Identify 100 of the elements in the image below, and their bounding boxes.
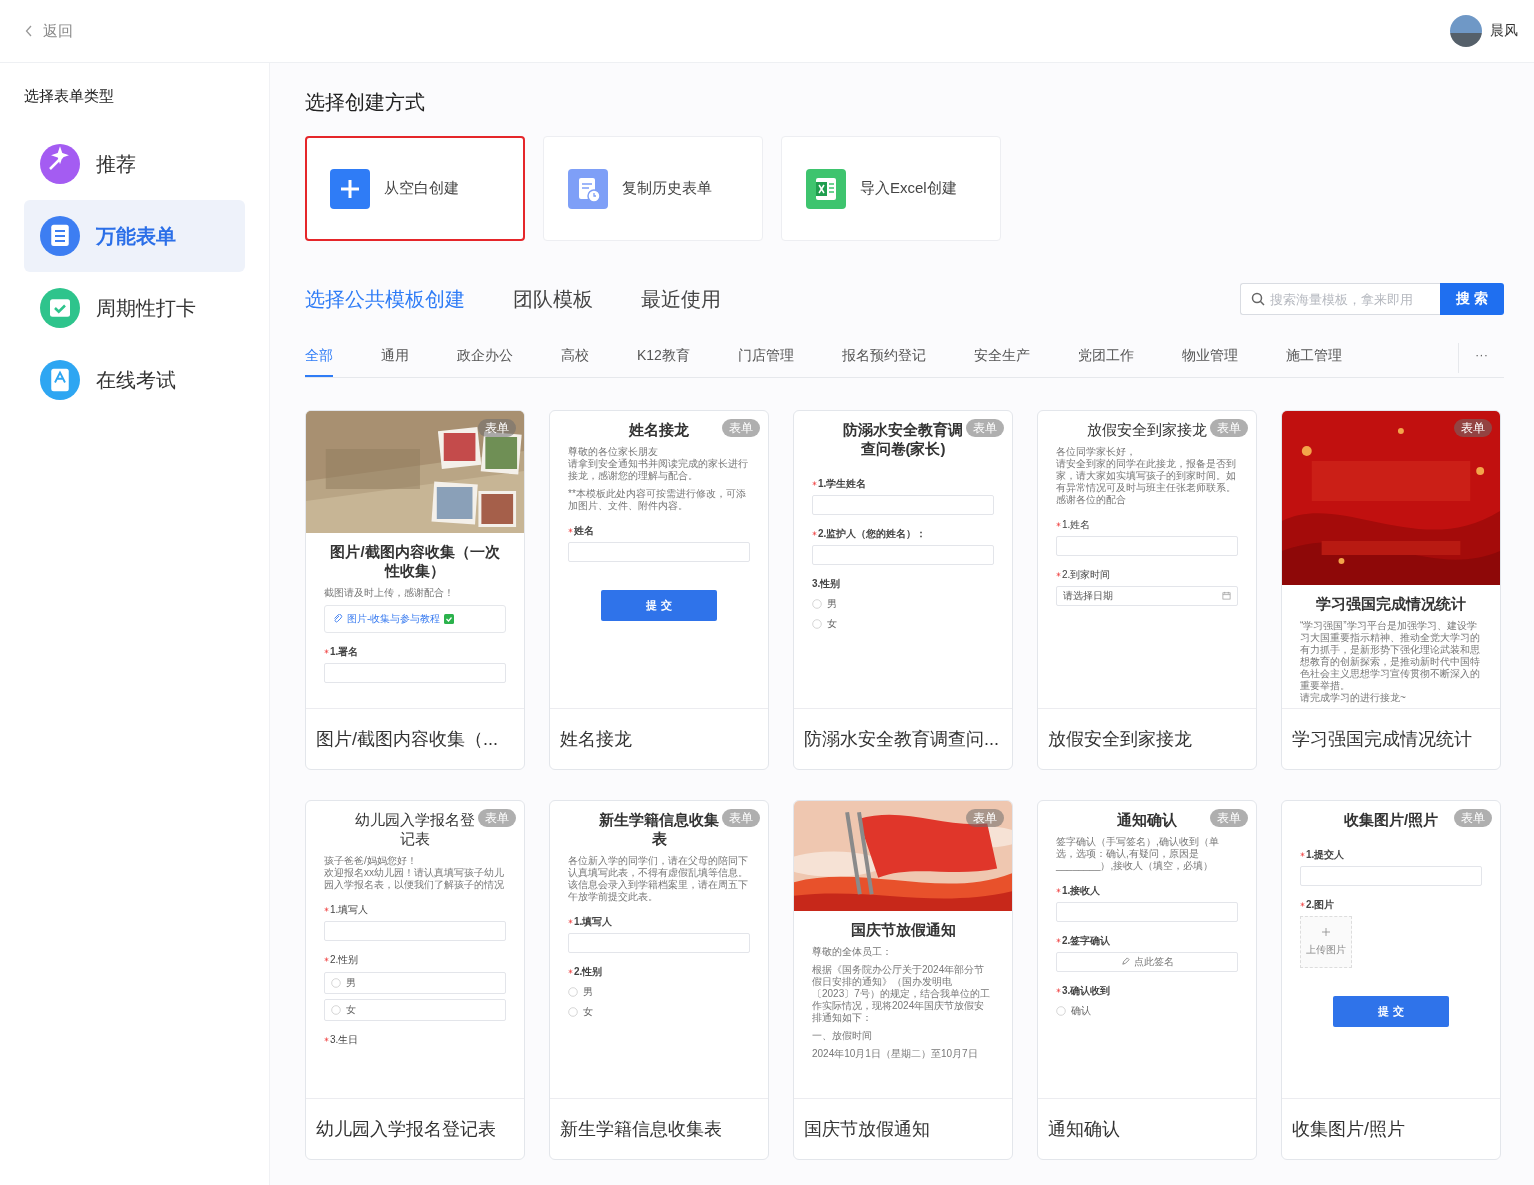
option-label: 女 [827, 616, 837, 631]
radio-button[interactable] [568, 986, 578, 997]
avatar[interactable] [1450, 15, 1482, 47]
submit-button[interactable]: 提 交 [601, 589, 717, 621]
text-field[interactable] [1056, 901, 1238, 922]
category-tab[interactable]: K12教育 [637, 343, 690, 377]
create-option[interactable]: 从空白创建 [305, 136, 525, 241]
form-icon [40, 216, 80, 256]
field-label: 2.到家时间 [1062, 567, 1111, 582]
paperclip-icon [333, 613, 343, 624]
field-label: 1.填写人 [574, 914, 613, 929]
field-label: 1.姓名 [1062, 517, 1091, 532]
tag-label: 表单 [722, 809, 760, 827]
text-field[interactable] [1056, 535, 1238, 556]
text-field[interactable] [812, 544, 994, 565]
calendar-icon [1222, 591, 1231, 601]
field-label: 2.签字确认 [1062, 933, 1111, 948]
radio-button[interactable] [331, 977, 341, 988]
tag-label: 表单 [1454, 419, 1492, 437]
tab[interactable]: 团队模板 [513, 285, 593, 313]
tag-label: 表单 [966, 809, 1004, 827]
search-field[interactable]: 搜索海量模板，拿来即用 [1240, 283, 1440, 315]
calendar-check-icon [40, 288, 80, 328]
form-title: 新生学籍信息收集表 [598, 811, 720, 849]
field-label: 2.监护人（您的姓名）： [818, 526, 927, 541]
option-box[interactable]: 女 [324, 998, 506, 1021]
tab[interactable]: 选择公共模板创建 [305, 285, 465, 313]
sidebar-item[interactable]: 万能表单 [24, 200, 245, 272]
form-title: 图片/截图内容收集（一次性收集） [329, 543, 501, 581]
text-field[interactable] [812, 494, 994, 515]
tab[interactable]: 最近使用 [641, 285, 721, 313]
form-title: 通知确认 [1117, 811, 1177, 830]
spreadsheet-icon [806, 168, 846, 209]
signature-field[interactable]: 点此签名 [1056, 951, 1238, 972]
section-title: 选择创建方式 [305, 90, 426, 115]
template-name: 防溺水安全教育调查问... [803, 728, 1000, 751]
form-description: **本模板此处内容可按需进行修改，可添加图片、文件、附件内容。 [568, 487, 747, 512]
magic-wand-icon [40, 144, 80, 184]
form-description: 请拿到安全通知书并阅读完成的家长进行接龙，感谢您的理解与配合。 [568, 457, 749, 482]
text-field[interactable] [568, 932, 750, 953]
submit-button[interactable]: 提 交 [1333, 995, 1449, 1027]
radio-button[interactable] [331, 1004, 341, 1015]
sidebar-item[interactable]: 在线考试 [24, 344, 245, 416]
create-option[interactable]: 导入Excel创建 [781, 136, 1001, 241]
upload-box[interactable]: 上传图片 [1300, 915, 1352, 968]
radio-button[interactable] [568, 1006, 578, 1017]
text-field[interactable] [324, 920, 506, 941]
option-label: 确认 [1071, 1003, 1091, 1018]
search-button[interactable]: 搜 索 [1440, 283, 1504, 315]
user-name: 晨风 [1490, 22, 1518, 40]
category-tab[interactable]: 政企办公 [457, 343, 513, 377]
form-title: 姓名接龙 [629, 421, 689, 440]
radio-button[interactable] [812, 598, 822, 609]
document-clock-icon [568, 168, 608, 209]
category-tab[interactable]: 物业管理 [1181, 343, 1238, 377]
category-tab[interactable]: 高校 [561, 343, 589, 377]
category-tab[interactable]: 安全生产 [973, 343, 1030, 377]
pen-icon [1120, 957, 1130, 967]
date-field[interactable]: 请选择日期 [1056, 585, 1238, 606]
more-button[interactable]: ··· [1475, 343, 1488, 373]
category-tab[interactable]: 报名预约登记 [841, 343, 926, 377]
form-description: “学习强国”学习平台是加强学习、建设学习大国重要指示精神、推动全党大学习的有力抓手，是新形势下强化理论武装和思想教育的创新探索，是推动新时代中国特色社会主义思想学习宣传贯彻不断深入的重要举措。 [1300, 619, 1481, 692]
category-tab[interactable]: 施工管理 [1285, 343, 1342, 377]
back-link[interactable]: 返回 [25, 21, 73, 41]
template-name: 学习强国完成情况统计 [1291, 728, 1473, 751]
field-label: 2.性别 [330, 952, 359, 967]
template-name: 通知确认 [1047, 1118, 1121, 1141]
option-label: 男 [583, 984, 593, 999]
create-option[interactable]: 复制历史表单 [543, 136, 763, 241]
plus-icon [330, 168, 370, 209]
template-name: 图片/截图内容收集（... [315, 728, 499, 751]
link-text[interactable]: 图片-收集与参与教程 [347, 611, 441, 626]
form-title: 幼儿园入学报名登记表 [354, 811, 476, 849]
option-box[interactable]: 男 [324, 971, 506, 994]
form-description: 尊敬的各位家长朋友 [568, 445, 659, 458]
form-title: 收集图片/照片 [1343, 811, 1439, 830]
option-label: 女 [583, 1004, 593, 1019]
tag-label: 表单 [478, 809, 516, 827]
category-tab[interactable]: 门店管理 [737, 343, 794, 377]
radio-button[interactable] [812, 618, 822, 629]
template-name: 新生学籍信息收集表 [559, 1118, 723, 1141]
category-tab[interactable]: 通用 [381, 343, 409, 377]
attachment-link[interactable]: 图片-收集与参与教程 [324, 604, 506, 633]
category-tab[interactable]: 全部 [305, 343, 333, 377]
category-tab[interactable]: 党团工作 [1077, 343, 1134, 377]
sidebar-item[interactable]: 推荐 [24, 128, 245, 200]
check-icon [444, 613, 455, 624]
text-field[interactable] [568, 541, 750, 562]
exam-paper-icon [40, 360, 80, 400]
text-field[interactable] [1300, 865, 1482, 886]
radio-button[interactable] [1056, 1005, 1066, 1016]
sidebar-item[interactable]: 周期性打卡 [24, 272, 245, 344]
form-description: 欢迎报名xx幼儿园！请认真填写孩子幼儿园入学报名表，以便我们了解孩子的情况 [324, 866, 505, 891]
field-label: 1.填写人 [330, 902, 369, 917]
form-description: 各位新入学的同学们，请在父母的陪同下认真填写此表，不得有虚假乱填等信息。 [568, 854, 749, 879]
form-description: 孩子爸爸/妈妈您好！ [324, 854, 418, 867]
text-field[interactable] [324, 662, 506, 683]
template-name: 姓名接龙 [559, 728, 633, 751]
form-title: 国庆节放假通知 [850, 921, 956, 940]
form-description: 尊敬的全体员工： [812, 945, 893, 958]
